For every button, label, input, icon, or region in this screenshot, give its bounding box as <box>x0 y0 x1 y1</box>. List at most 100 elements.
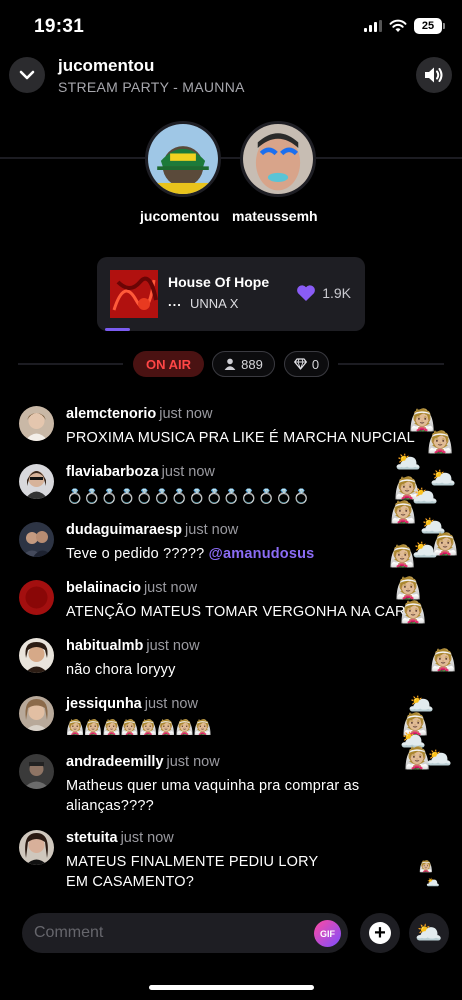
viewer-count: 889 <box>241 356 263 372</box>
comment-item: habitualmb just now não chora loryyy <box>19 638 449 686</box>
comment-item: flaviabarboza just now 💍💍💍💍💍💍💍💍💍💍💍💍💍💍 <box>19 464 449 512</box>
viewer-count-pill[interactable]: 889 <box>212 351 275 377</box>
comment-text-body: Teve o pedido ????? <box>66 546 209 562</box>
status-time: 19:31 <box>34 16 85 37</box>
cloud-sun-emoji-icon: 🌥️ <box>426 747 453 770</box>
divider-left <box>18 363 123 365</box>
comment-time: just now <box>185 522 239 538</box>
comment-username[interactable]: andradeemilly <box>66 754 164 770</box>
song-progress-bar <box>105 328 130 331</box>
comment-time: just now <box>166 754 220 770</box>
comment-text: 💍💍💍💍💍💍💍💍💍💍💍💍💍💍 <box>66 488 311 504</box>
song-title: House Of Hope <box>168 274 270 290</box>
divider-right <box>338 363 444 365</box>
like-count: 1.9K <box>322 285 351 301</box>
mention-link[interactable]: @amanudosus <box>209 546 315 562</box>
speaker-icon <box>425 67 443 83</box>
cloud-sun-icon: 🌥️ <box>415 920 443 945</box>
comment-item: andradeemilly just now Matheus quer uma v… <box>19 754 449 820</box>
cloud-sun-emoji-icon: 🌥️ <box>408 693 435 716</box>
wifi-icon <box>389 19 407 32</box>
battery-icon: 25 <box>414 18 445 34</box>
comment-username[interactable]: alemctenorio <box>66 406 156 422</box>
on-air-badge: ON AIR <box>133 351 204 377</box>
avatar[interactable] <box>19 696 54 731</box>
bride-emoji-icon: 👰🏼 <box>389 545 416 568</box>
reaction-button[interactable]: 🌥️ <box>409 913 449 953</box>
signal-icon <box>364 20 382 32</box>
avatar[interactable] <box>19 754 54 789</box>
comment-text-line: MATEUS FINALMENTE PEDIU LORY <box>66 854 319 870</box>
comment-time: just now <box>120 830 174 846</box>
avatar[interactable] <box>19 522 54 557</box>
sound-toggle-button[interactable] <box>416 57 452 93</box>
comment-username[interactable]: flaviabarboza <box>66 464 159 480</box>
bride-emoji-icon: 👰🏼 <box>430 649 457 672</box>
gems-pill[interactable]: 0 <box>284 351 329 377</box>
plus-icon: + <box>369 922 391 944</box>
comment-text: ATENÇÃO MATEUS TOMAR VERGONHA NA CARA <box>66 604 416 620</box>
comment-item: belaiinacio just now ATENÇÃO MATEUS TOMAR… <box>19 580 449 628</box>
comment-time: just now <box>161 464 215 480</box>
participant-name: jucomentou <box>140 208 220 224</box>
comment-text-line: alianças???? <box>66 798 154 814</box>
comment-username[interactable]: belaiinacio <box>66 580 141 596</box>
song-artist: UNNA X <box>190 296 239 311</box>
gif-button[interactable]: GIF <box>314 920 341 947</box>
comment-text-line: Matheus quer uma vaquinha pra comprar as <box>66 778 360 794</box>
participant-name: mateussemh <box>232 208 318 224</box>
comment-time: just now <box>143 580 198 596</box>
status-icons: 25 <box>364 18 445 34</box>
avatar[interactable] <box>19 580 54 615</box>
bride-emoji-icon: 👰🏼 <box>390 501 417 524</box>
divider-top <box>0 157 462 159</box>
participant-avatar-mateussemh[interactable] <box>240 121 316 197</box>
comment-item: stetuita just now MATEUS FINALMENTE PEDIU… <box>19 830 449 896</box>
comment-time: just now <box>144 696 198 712</box>
comment-input[interactable]: Comment GIF <box>22 913 348 953</box>
avatar[interactable] <box>19 638 54 673</box>
comment-username[interactable]: dudaguimaraesp <box>66 522 182 538</box>
comment-item: jessiqunha just now 👰🏼👰🏼👰🏼👰🏼👰🏼👰🏼👰🏼👰🏼 <box>19 696 449 744</box>
cloud-sun-emoji-icon: 🌥️ <box>395 451 422 474</box>
add-button[interactable]: + <box>360 913 400 953</box>
bride-emoji-icon: 👰🏼 <box>395 577 422 600</box>
comment-username[interactable]: habitualmb <box>66 638 143 654</box>
comment-text: Matheus quer uma vaquinha pra comprar as… <box>66 776 359 816</box>
bride-emoji-icon: 👰🏼 <box>400 601 427 624</box>
avatar[interactable] <box>19 830 54 865</box>
comment-item: dudaguimaraesp just now Teve o pedido ???… <box>19 522 449 570</box>
comment-text: MATEUS FINALMENTE PEDIU LORY EM CASAMENT… <box>66 852 318 892</box>
now-playing-card[interactable]: House Of Hope ... UNNA X 1.9K <box>97 257 365 331</box>
comment-time: just now <box>146 638 200 654</box>
comment-text: PROXIMA MUSICA PRA LIKE É MARCHA NUPCIAL <box>66 430 415 446</box>
heart-icon <box>297 285 316 301</box>
gems-count: 0 <box>311 356 320 372</box>
comment-text: Teve o pedido ????? @amanudosus <box>66 544 314 564</box>
stream-party-title: STREAM PARTY - MAUNNA <box>58 79 245 95</box>
cloud-sun-emoji-icon: 🌥️ <box>412 539 439 562</box>
bride-emoji-icon: 👰🏼 <box>409 409 436 432</box>
participant-avatar-jucomentou[interactable] <box>145 121 221 197</box>
comment-username[interactable]: jessiqunha <box>66 696 142 712</box>
comment-text-line: EM CASAMENTO? <box>66 874 195 890</box>
chevron-down-icon <box>19 70 35 80</box>
bride-emoji-icon: 👰🏼 <box>427 431 454 454</box>
comment-placeholder: Comment <box>34 924 104 941</box>
explicit-dots: ... <box>168 294 182 309</box>
bride-emoji-icon: 👰🏼 <box>419 861 433 873</box>
collapse-button[interactable] <box>9 57 45 93</box>
avatar[interactable] <box>19 464 54 499</box>
avatar[interactable] <box>19 406 54 441</box>
person-icon <box>224 358 236 370</box>
cloud-sun-emoji-icon: 🌥️ <box>426 877 440 889</box>
like-button[interactable]: 1.9K <box>296 284 351 302</box>
comment-username[interactable]: stetuita <box>66 830 118 846</box>
album-cover <box>110 270 158 318</box>
comment-item: alemctenorio just now PROXIMA MUSICA PRA … <box>19 406 449 454</box>
comment-text: não chora loryyy <box>66 662 176 678</box>
home-indicator <box>149 985 314 990</box>
diamond-icon <box>293 358 307 370</box>
comment-time: just now <box>159 406 213 422</box>
stream-host-name: jucomentou <box>58 56 155 75</box>
